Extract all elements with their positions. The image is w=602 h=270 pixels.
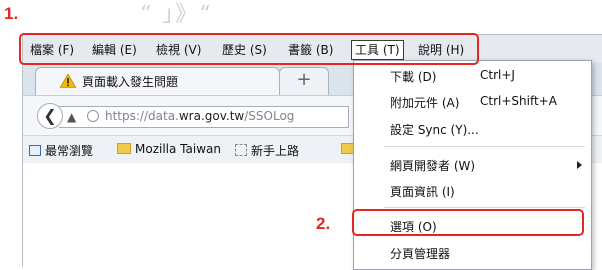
url-bar[interactable]: ▲ https://data.wra.gov.tw/SSOLog [59, 106, 349, 128]
warning-icon [60, 74, 76, 88]
bookmark-mozilla-taiwan[interactable]: Mozilla Taiwan [117, 142, 221, 156]
menu-separator [384, 207, 585, 208]
step-1-label: 1. [4, 4, 19, 23]
site-identity-icon[interactable]: ▲ [67, 110, 76, 124]
menu-separator [384, 146, 585, 147]
submenu-arrow-icon [577, 161, 582, 169]
menu-item-sync[interactable]: 設定 Sync (Y)... [390, 121, 479, 138]
menu-item-downloads[interactable]: 下載 (D) Ctrl+J [390, 68, 515, 85]
tools-dropdown-menu: 下載 (D) Ctrl+J 附加元件 (A) Ctrl+Shift+A 設定 Syn… [353, 60, 592, 270]
background-heading: “ 」》“ [140, 2, 213, 27]
folder-icon [117, 143, 131, 154]
url-text[interactable]: https://data.wra.gov.tw/SSOLog [105, 109, 294, 123]
bookmark-most-visited[interactable]: 最常瀏覽 [29, 142, 93, 159]
step-2-label: 2. [316, 214, 331, 233]
page-icon [235, 144, 247, 156]
back-button[interactable]: ❮ [37, 103, 63, 129]
globe-icon [87, 110, 99, 122]
history-icon [29, 145, 41, 156]
bookmark-getting-started[interactable]: 新手上路 [235, 142, 299, 159]
options-highlight-box [352, 209, 584, 236]
tab-active[interactable]: 頁面載入發生問題 [35, 67, 280, 95]
menu-item-page-info[interactable]: 頁面資訊 (I) [390, 183, 455, 200]
new-tab-button[interactable]: + [279, 67, 329, 95]
tab-title: 頁面載入發生問題 [82, 75, 179, 89]
menu-item-tab-groups[interactable]: 分頁管理器 [390, 245, 450, 262]
menubar-highlight-box [19, 33, 479, 65]
menu-item-addons[interactable]: 附加元件 (A) Ctrl+Shift+A [390, 94, 557, 111]
menu-item-web-developer[interactable]: 網頁開發者 (W) [390, 157, 475, 174]
